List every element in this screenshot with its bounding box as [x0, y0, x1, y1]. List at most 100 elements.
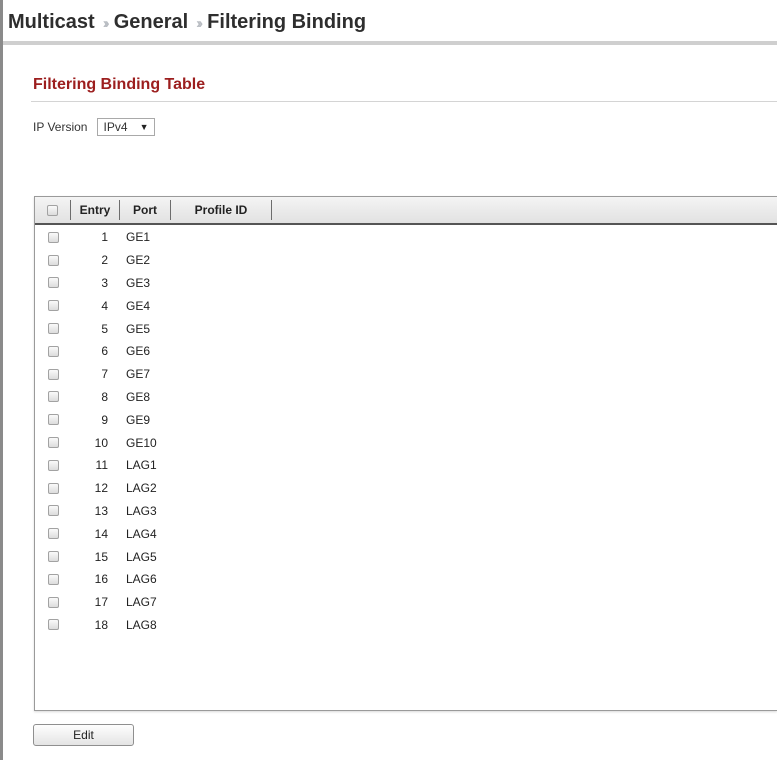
cell-entry: 15 — [94, 549, 108, 564]
dropdown-caret-icon: ▼ — [139, 122, 149, 132]
cell-entry: 17 — [94, 595, 108, 610]
row-checkbox[interactable] — [47, 323, 59, 335]
cell-port: GE4 — [126, 298, 151, 313]
table-row[interactable]: 15 LAG5 — [35, 545, 777, 568]
cell-port: LAG2 — [126, 481, 157, 496]
breadcrumb-separator-icon: ›› — [102, 14, 110, 32]
breadcrumb-item-filtering-binding: Filtering Binding — [207, 10, 367, 33]
table-row[interactable]: 4 GE4 — [35, 294, 777, 317]
row-checkbox[interactable] — [47, 528, 59, 540]
cell-entry: 18 — [94, 617, 108, 632]
breadcrumb-separator-icon: ›› — [196, 14, 203, 32]
cell-entry: 10 — [94, 435, 108, 450]
column-header-port[interactable]: Port — [120, 200, 171, 220]
cell-entry: 2 — [101, 253, 108, 268]
table-row[interactable]: 10 GE10 — [35, 431, 777, 454]
breadcrumb: Multicast ›› General ›› Filtering Bindin… — [8, 6, 366, 38]
cell-entry: 5 — [101, 321, 108, 336]
table-row[interactable]: 8 GE8 — [35, 386, 777, 409]
row-select-cell — [35, 459, 71, 471]
table-row[interactable]: 17 LAG7 — [35, 591, 777, 614]
row-checkbox[interactable] — [47, 414, 59, 426]
table-row[interactable]: 13 LAG3 — [35, 500, 777, 523]
row-select-cell — [35, 231, 71, 243]
row-select-cell — [35, 596, 71, 608]
cell-entry: 3 — [101, 275, 108, 290]
row-select-cell — [35, 482, 71, 494]
row-select-cell — [35, 345, 71, 357]
page: Multicast ›› General ›› Filtering Bindin… — [0, 0, 777, 760]
table-row[interactable]: 14 LAG4 — [35, 522, 777, 545]
row-checkbox[interactable] — [47, 300, 59, 312]
cell-entry: 8 — [101, 389, 108, 404]
cell-port: LAG1 — [126, 458, 157, 473]
row-select-cell — [35, 300, 71, 312]
header-divider — [3, 41, 777, 45]
row-checkbox[interactable] — [47, 391, 59, 403]
cell-port: GE2 — [126, 253, 151, 268]
breadcrumb-item-general: General — [113, 10, 189, 33]
edit-button[interactable]: Edit — [33, 724, 134, 746]
table-header: Entry Port Profile ID — [35, 197, 777, 225]
table-row[interactable]: 18 LAG8 — [35, 614, 777, 637]
row-select-cell — [35, 551, 71, 563]
row-select-cell — [35, 254, 71, 266]
cell-entry: 12 — [94, 481, 108, 496]
section-title: Filtering Binding Table — [33, 76, 206, 93]
cell-port: GE8 — [126, 389, 151, 404]
cell-port: LAG5 — [126, 549, 157, 564]
table-row[interactable]: 9 GE9 — [35, 408, 777, 431]
cell-port: GE10 — [126, 435, 157, 450]
column-header-entry[interactable]: Entry — [71, 200, 120, 220]
cell-port: LAG6 — [126, 572, 157, 587]
row-checkbox[interactable] — [47, 231, 59, 243]
row-checkbox[interactable] — [47, 459, 59, 471]
cell-port: LAG7 — [126, 595, 157, 610]
row-checkbox[interactable] — [47, 437, 59, 449]
ip-version-label: IP Version — [33, 120, 88, 134]
row-select-cell — [35, 437, 71, 449]
ip-version-select[interactable]: IPv4 ▼ — [97, 118, 156, 136]
row-checkbox[interactable] — [47, 619, 59, 631]
table-row[interactable]: 12 LAG2 — [35, 477, 777, 500]
table-row[interactable]: 16 LAG6 — [35, 568, 777, 591]
row-select-cell — [35, 414, 71, 426]
row-checkbox[interactable] — [47, 345, 59, 357]
table-row[interactable]: 11 LAG1 — [35, 454, 777, 477]
cell-port: GE3 — [126, 275, 151, 290]
table-row[interactable]: 3 GE3 — [35, 272, 777, 295]
cell-port: GE1 — [126, 230, 151, 245]
table-body: 1 GE1 2 GE2 3 GE3 4 GE4 5 GE5 6 GE6 7 GE7 8 GE8 9 GE9 10 GE… — [35, 226, 777, 636]
cell-entry: 14 — [94, 526, 108, 541]
cell-entry: 9 — [101, 412, 108, 427]
table-row[interactable]: 7 GE7 — [35, 363, 777, 386]
cell-entry: 1 — [101, 230, 108, 245]
row-checkbox[interactable] — [47, 254, 59, 266]
row-select-cell — [35, 619, 71, 631]
row-select-cell — [35, 573, 71, 585]
table-row[interactable]: 6 GE6 — [35, 340, 777, 363]
cell-port: GE9 — [126, 412, 151, 427]
row-checkbox[interactable] — [47, 482, 59, 494]
row-select-cell — [35, 368, 71, 380]
table-row[interactable]: 1 GE1 — [35, 226, 777, 249]
row-checkbox[interactable] — [47, 505, 59, 517]
ip-version-control: IP Version IPv4 ▼ — [33, 118, 156, 136]
breadcrumb-item-multicast: Multicast — [8, 10, 95, 33]
row-checkbox[interactable] — [47, 596, 59, 608]
cell-port: LAG8 — [126, 617, 157, 632]
cell-port: LAG3 — [126, 503, 157, 518]
column-header-profile-id[interactable]: Profile ID — [171, 200, 272, 220]
row-checkbox[interactable] — [47, 368, 59, 380]
row-select-cell — [35, 391, 71, 403]
table-row[interactable]: 2 GE2 — [35, 249, 777, 272]
row-checkbox[interactable] — [47, 573, 59, 585]
table-row[interactable]: 5 GE5 — [35, 317, 777, 340]
left-frame-border — [0, 0, 3, 760]
cell-port: GE7 — [126, 367, 151, 382]
row-checkbox[interactable] — [47, 551, 59, 563]
row-select-cell — [35, 323, 71, 335]
row-checkbox[interactable] — [47, 277, 59, 289]
cell-entry: 13 — [94, 503, 108, 518]
select-all-checkbox[interactable] — [47, 204, 58, 216]
